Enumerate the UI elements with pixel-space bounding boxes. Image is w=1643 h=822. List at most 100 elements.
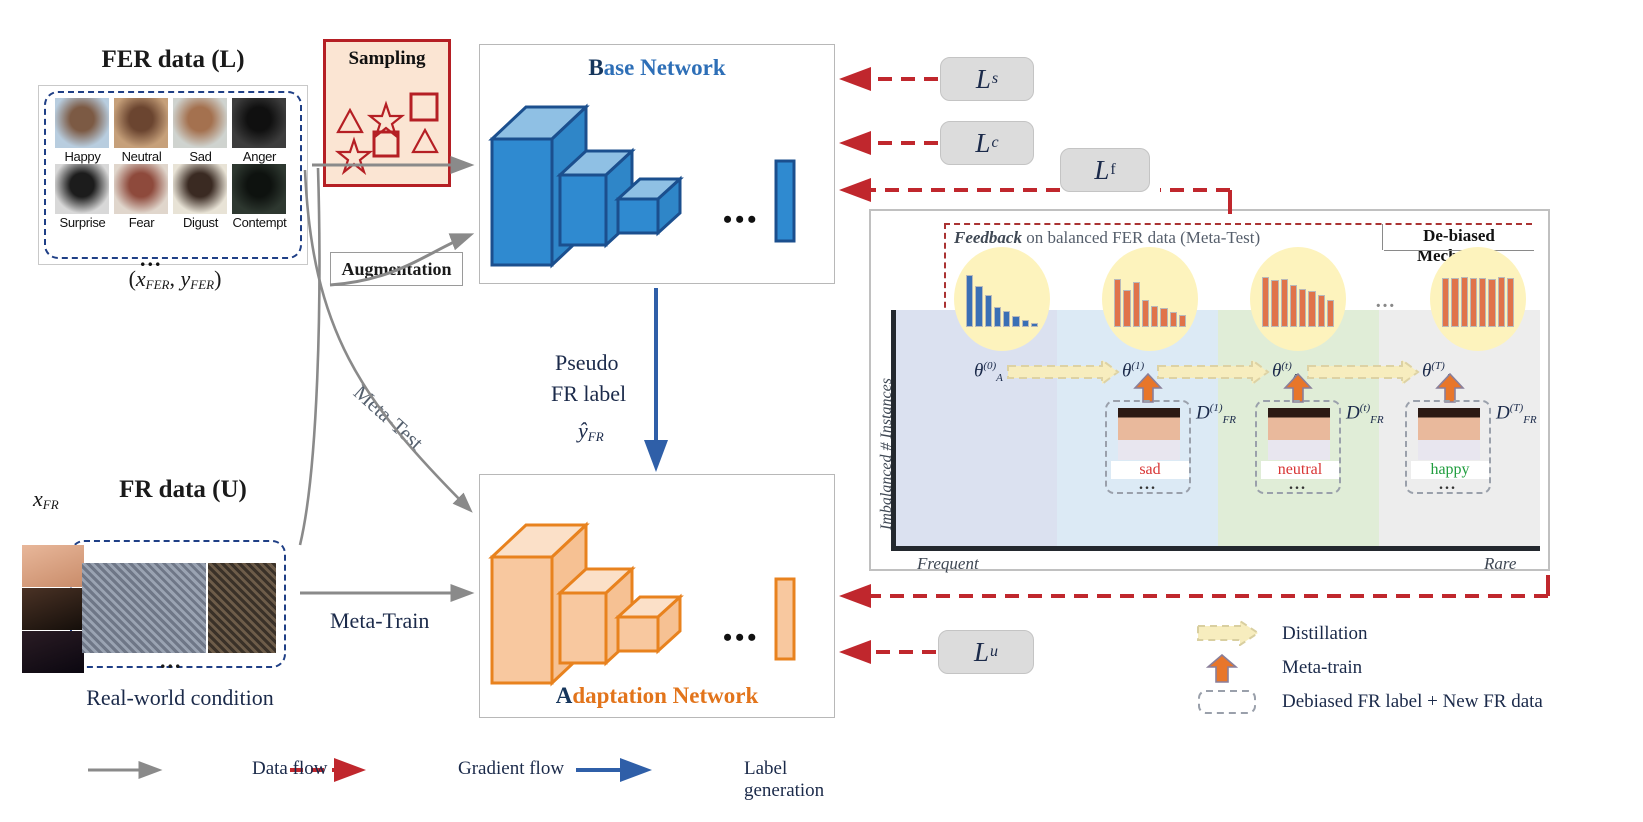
fer-face-thumbnail (55, 164, 109, 214)
debias-header-rule (1384, 250, 1534, 251)
fer-face-cell: Anger (232, 98, 287, 164)
legend-row-debiased-box: Debiased FR label + New FR data (1196, 688, 1596, 722)
loss-lc-subscript: c (991, 134, 999, 151)
loss-lu-subscript: u (990, 643, 999, 660)
debias-header-separator (1382, 224, 1383, 250)
loss-lc-chip: Lc (940, 121, 1034, 165)
meta-train-label: Meta-Train (330, 608, 430, 633)
loss-ls-symbol: L (975, 63, 991, 94)
augmentation-box: Augmentation (330, 252, 463, 286)
adaptation-network-blocks-icon (488, 521, 796, 687)
paren-open: ( (128, 266, 136, 291)
loss-lf-symbol: L (1094, 154, 1110, 185)
base-network-blocks-icon (488, 103, 796, 269)
fer-face-label: Contempt (232, 215, 287, 230)
legend-label-distillation: Distillation (1282, 623, 1368, 644)
paren-close: ) (214, 266, 222, 291)
fer-face-cell: Fear (114, 164, 169, 230)
x-fr-subscript: FR (42, 497, 59, 512)
adaptation-network-dots: ••• (723, 623, 760, 652)
fer-face-label: Fear (128, 215, 155, 230)
fer-face-label: Surprise (59, 215, 106, 230)
augmentation-label: Augmentation (341, 259, 452, 279)
dashed-rounded-box-icon (1196, 688, 1268, 718)
y-hat-symbol: ŷ (578, 418, 588, 443)
y-fer-symbol: y (180, 266, 191, 291)
fr-face-1 (22, 545, 84, 587)
bottom-legend-label: Data flow (252, 758, 328, 779)
fer-face-thumbnail (55, 98, 109, 148)
sampling-box: Sampling (323, 39, 451, 187)
base-network-panel: Base Network ••• (479, 44, 835, 284)
feedback-caption-rest: on balanced FER data (Meta-Test) (1021, 228, 1261, 247)
legend-row-meta-train: Meta-train (1196, 653, 1596, 688)
fer-notation: (xFER, yFER) (60, 266, 290, 293)
meta-test-label: Meta-Test (348, 380, 429, 455)
adapt-title-first-letter: A (555, 683, 573, 708)
fer-data-title: FER data (L) (101, 46, 245, 73)
fer-face-thumbnail (173, 98, 227, 148)
fr-data-ellipsis: ... (160, 648, 183, 673)
adaptation-network-title: Adaptation Network (480, 683, 834, 709)
legend-row-distillation: Distillation (1196, 619, 1596, 654)
base-network-dots: ••• (723, 205, 760, 234)
adaptation-network-panel: ••• Adaptation Network (479, 474, 835, 718)
fer-face-label: Sad (189, 149, 212, 164)
pseudo-label-line2: FR label (551, 381, 627, 406)
fer-face-thumbnail (232, 164, 286, 214)
legend-label-debiased-box: Debiased FR label + New FR data (1282, 691, 1543, 712)
x-fr-label: xFR (33, 486, 59, 513)
fer-face-thumbnail (232, 98, 286, 148)
y-hat-subscript: FR (587, 429, 604, 444)
feedback-caption: Feedback on balanced FER data (Meta-Test… (954, 228, 1260, 248)
loss-lu-chip: Lu (938, 630, 1034, 674)
mini-legend: Distillation Meta-train Debiased FR labe… (1196, 619, 1596, 722)
legend-label-meta-train: Meta-train (1282, 657, 1363, 678)
adapt-title-rest: daptation Network (572, 683, 759, 708)
imbalance-chart-area (896, 310, 1540, 546)
sampling-title: Sampling (348, 48, 426, 69)
x-fr-symbol: x (33, 486, 43, 511)
fr-crowd-images (82, 563, 276, 653)
fer-face-cell: Sad (173, 98, 228, 164)
fer-face-thumbnail (114, 164, 168, 214)
sampling-shapes-icon (334, 92, 439, 176)
bottom-legend-label: Gradient flow (458, 758, 565, 779)
comma: , (169, 266, 176, 291)
bottom-legend-label: Label generation (744, 758, 825, 801)
loss-ls-subscript: s (991, 70, 999, 87)
x-fer-symbol: x (135, 266, 146, 291)
chart-y-axis-label-text: Imbalanced # Instances (878, 378, 895, 530)
fr-data-title: FR data (U) (119, 476, 247, 503)
fer-face-cell: Contempt (232, 164, 287, 230)
real-world-condition-caption: Real-world condition (86, 685, 274, 710)
rare-label: Rare (1484, 554, 1517, 573)
loss-lc-symbol: L (975, 127, 991, 158)
fer-face-grid: Happy Neutral Sad Anger Surprise Fear Digust Co… (55, 98, 293, 230)
loss-ls-chip: Ls (940, 57, 1034, 101)
fer-face-label: Digust (182, 215, 219, 230)
fr-face-3 (22, 631, 84, 673)
fr-face-strip (22, 545, 84, 674)
y-fer-subscript: FER (190, 277, 215, 292)
chart-y-axis-label: Imbalanced # Instances (858, 340, 895, 530)
chart-x-axis (891, 546, 1540, 551)
debias-header: De-biased Mechanism (1416, 226, 1502, 265)
bottom-legend: Data flow Gradient flow Label generation (80, 752, 840, 801)
fer-face-cell: Neutral (114, 98, 169, 164)
fer-face-cell: Digust (173, 164, 228, 230)
fer-face-cell: Surprise (55, 164, 110, 230)
pseudo-label-symbol: ŷFR (578, 418, 604, 445)
feedback-caption-bold: Feedback (954, 228, 1022, 247)
up-arrow-icon (1196, 653, 1268, 684)
fer-face-thumbnail (173, 164, 227, 214)
base-title-first-letter: B (588, 55, 604, 80)
dashed-arrow-icon (1196, 619, 1268, 650)
fer-face-label: Happy (64, 149, 101, 164)
biased-fr-data-label: Biased FR Data (925, 470, 1061, 494)
base-title-rest: ase Network (603, 55, 726, 80)
fer-face-label: Anger (242, 149, 277, 164)
base-network-title: Base Network (480, 55, 834, 81)
frequent-label: Frequent (917, 554, 979, 573)
pseudo-label-line1: Pseudo (555, 350, 619, 375)
